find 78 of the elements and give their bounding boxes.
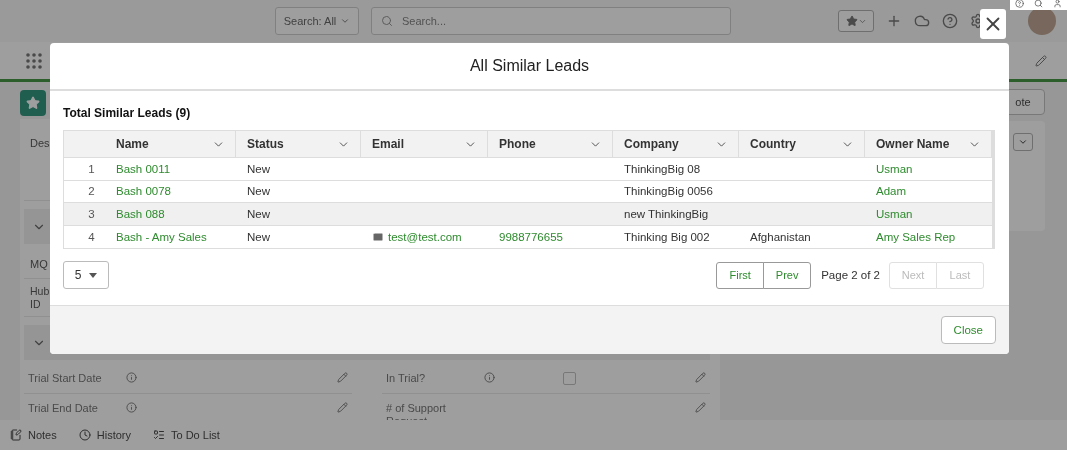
cloud-icon[interactable]: [914, 13, 930, 29]
row-number: 3: [87, 206, 96, 222]
info-icon: [126, 402, 137, 414]
plus-icon[interactable]: [886, 13, 902, 29]
pencil-icon[interactable]: [695, 402, 706, 414]
table-cell-text: New: [246, 206, 271, 222]
pencil-icon[interactable]: [337, 402, 348, 414]
modal-title: All Similar Leads: [469, 57, 590, 75]
checklist-icon: [153, 429, 165, 441]
search-icon: [381, 15, 393, 27]
row-number: 1: [87, 161, 96, 177]
lead-name-link[interactable]: Bash - Amy Sales: [116, 230, 207, 243]
field-label: Trial Start Date: [28, 372, 103, 386]
favorites-button[interactable]: [838, 10, 874, 32]
table-cell-text: ThinkingBig 0056: [623, 184, 714, 200]
caret-icon: [1018, 137, 1028, 147]
dropdown-button[interactable]: [1013, 133, 1033, 151]
search-icon[interactable]: [1034, 0, 1043, 8]
page-indicator: Page 2 of 2: [821, 269, 880, 281]
mail-icon: [372, 230, 384, 243]
search-field[interactable]: Search...: [371, 7, 731, 35]
close-button[interactable]: Close: [940, 316, 996, 344]
column-header[interactable]: Country: [739, 131, 865, 157]
field-label: Trial End Date: [28, 402, 99, 416]
lead-name-link[interactable]: Bash 088: [116, 207, 165, 220]
app-launcher-icon[interactable]: [26, 52, 42, 69]
table-title: Total Similar Leads (9): [63, 106, 192, 120]
row-number: 2: [87, 184, 96, 200]
caret-icon: [340, 16, 351, 26]
field-label: In Trial?: [386, 372, 427, 386]
table-cell-text: ThinkingBig 08: [623, 161, 702, 177]
pager-button[interactable]: First: [716, 261, 765, 289]
close-button[interactable]: [980, 9, 1006, 39]
help-icon[interactable]: [942, 13, 958, 29]
table-row[interactable]: 3 Bash 088 New new ThinkingBig Usman: [64, 203, 992, 226]
pencil-icon[interactable]: [337, 372, 348, 384]
star-icon: [26, 95, 40, 110]
column-header[interactable]: Phone: [488, 131, 613, 157]
column-header[interactable]: Email: [361, 131, 488, 157]
table-cell-text: New: [246, 184, 271, 200]
page-size-dropdown[interactable]: 5: [63, 261, 109, 289]
email-link[interactable]: test@test.com: [372, 230, 462, 243]
person-icon[interactable]: [1053, 0, 1062, 8]
star-icon: [845, 15, 858, 27]
field-label: Des: [30, 137, 50, 149]
table-cell-text: Afghanistan: [749, 229, 812, 245]
pencil-icon[interactable]: [695, 372, 706, 384]
pager-button[interactable]: Prev: [763, 261, 812, 289]
field-label: Hub ID: [30, 285, 50, 311]
table-cell-text: Thinking Big 002: [623, 229, 711, 245]
lead-name-link[interactable]: Bash 0011: [116, 162, 171, 175]
notes-icon: [10, 429, 22, 441]
table-cell-text: New: [246, 161, 271, 177]
lead-name-link[interactable]: Bash 0078: [116, 185, 171, 198]
caret-icon: [89, 272, 98, 278]
search-scope-dropdown[interactable]: Search: All: [275, 7, 359, 35]
footer-tab[interactable]: Notes: [10, 429, 57, 441]
row-number: 4: [87, 229, 96, 245]
help-icon[interactable]: [1015, 0, 1024, 8]
info-icon: [484, 372, 495, 384]
footer-tab[interactable]: History: [78, 429, 131, 441]
owner-link[interactable]: Amy Sales Rep: [876, 230, 956, 243]
column-header[interactable]: Status: [236, 131, 361, 157]
checkbox[interactable]: [563, 372, 576, 386]
column-header[interactable]: Name: [105, 131, 236, 157]
phone-link[interactable]: 9988776655: [499, 230, 563, 243]
info-icon: [126, 372, 137, 384]
owner-link[interactable]: Adam: [876, 185, 907, 198]
pencil-icon[interactable]: [1035, 54, 1047, 67]
column-header[interactable]: Owner Name: [865, 131, 992, 157]
table-cell-text: new ThinkingBig: [623, 206, 710, 222]
field-label: MQ: [30, 258, 48, 270]
clock-icon: [78, 429, 91, 441]
owner-link[interactable]: Usman: [876, 207, 913, 220]
owner-link[interactable]: Usman: [876, 162, 913, 175]
table-cell-text: New: [246, 229, 271, 245]
footer-tab[interactable]: To Do List: [153, 429, 220, 441]
column-header[interactable]: Company: [613, 131, 739, 157]
